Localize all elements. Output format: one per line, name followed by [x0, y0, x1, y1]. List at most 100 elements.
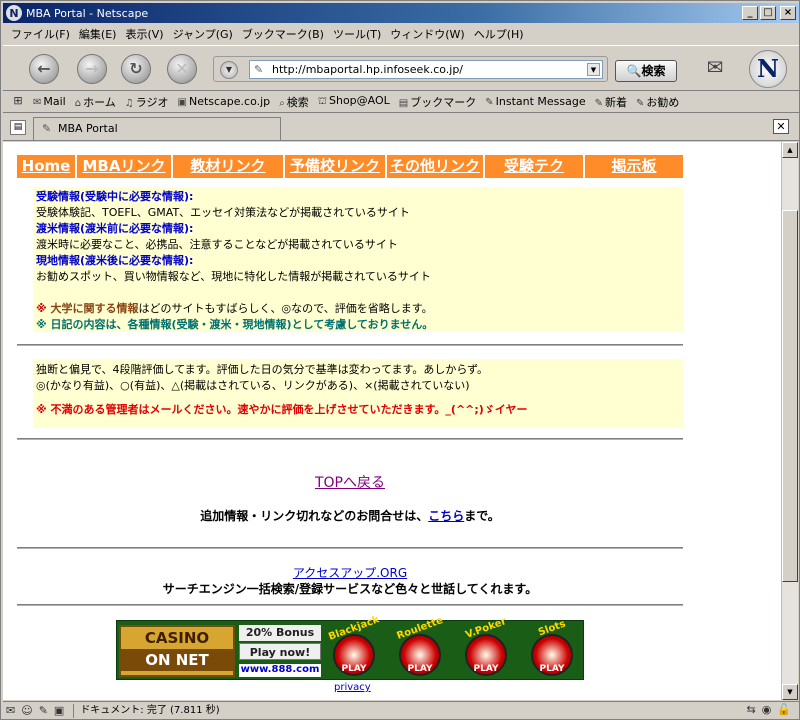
browser-window: N MBA Portal - Netscape _ □ × ファイル(F) 編集…: [0, 0, 800, 720]
my-netscape-icon: ▣: [177, 97, 187, 108]
minimize-button[interactable]: _: [742, 6, 758, 20]
menu-file[interactable]: ファイル(F): [11, 26, 70, 42]
toolbar-item-search[interactable]: ⌕ 検索: [279, 94, 309, 110]
scroll-up-arrow-icon[interactable]: ▲: [782, 142, 798, 158]
security-lock-icon[interactable]: 🔓: [777, 703, 791, 716]
mail-icon[interactable]: ✉: [6, 704, 15, 717]
scroll-down-arrow-icon[interactable]: ▼: [782, 684, 798, 700]
history-dropdown-button[interactable]: ▼: [220, 61, 238, 79]
privacy-link[interactable]: privacy: [334, 682, 371, 693]
toolbar-toggle-icon[interactable]: ⊞: [7, 94, 29, 110]
toolbar-item-bookmarks[interactable]: ▤ ブックマーク: [399, 94, 476, 110]
contact-line: 追加情報・リンク切れなどのお問合せは、こちらまで。: [200, 509, 500, 523]
video-poker-game[interactable]: V.Poker PLAY: [457, 616, 515, 679]
forward-button[interactable]: →: [77, 54, 107, 84]
stop-button[interactable]: ✕: [167, 54, 197, 84]
predeparture-info-heading: 渡米情報(渡米前に必要な情報):: [36, 222, 194, 235]
vertical-scrollbar[interactable]: ▲ ▼: [781, 142, 798, 700]
location-bar: ▼ ✎ http://mbaportal.hp.infoseek.co.jp/ …: [213, 56, 608, 82]
menu-edit[interactable]: 編集(E): [79, 26, 117, 42]
maximize-button[interactable]: □: [760, 6, 776, 20]
stop-icon: ✕: [175, 59, 189, 78]
toolbar-item-home[interactable]: ⌂ ホーム: [75, 94, 116, 110]
back-button[interactable]: ←: [29, 54, 59, 84]
toolbar-item-new[interactable]: ✎ 新着: [595, 94, 627, 110]
link-icon: ✎: [636, 97, 645, 109]
shop-icon: ⛫: [317, 96, 327, 107]
contact-link[interactable]: こちら: [428, 509, 464, 523]
divider: [17, 604, 683, 607]
close-window-button[interactable]: ×: [780, 6, 796, 20]
access-up-description: サーチエンジン一括検索/登録サービスなど色々と世話してくれます。: [162, 582, 538, 596]
bonus-label: 20% Bonus: [239, 625, 321, 641]
privacy-icon[interactable]: ◉: [762, 703, 772, 716]
slots-icon: PLAY: [531, 634, 573, 676]
exam-info-desc: 受験体験記、TOEFL、GMAT、エッセイ対策法などが掲載されているサイト: [36, 206, 410, 219]
toolbar-item-netscape[interactable]: ▣ Netscape.co.jp: [178, 95, 271, 108]
menu-tools[interactable]: ツール(T): [333, 26, 381, 42]
title-bar: N MBA Portal - Netscape _ □ ×: [3, 3, 799, 23]
search-icon: ⌕: [279, 97, 285, 109]
university-info-note: ※ 大学に関する情報はどのサイトもすばらしく、◎なので、評価を省略します。: [36, 302, 433, 315]
mail-compose-icon[interactable]: ✉: [700, 52, 730, 82]
online-status-icon[interactable]: ⇆: [746, 703, 755, 716]
play-now-button[interactable]: Play now!: [239, 643, 321, 660]
close-tab-button[interactable]: ✕: [773, 119, 789, 134]
home-icon: ⌂: [74, 97, 82, 109]
blackjack-game[interactable]: Blackjack PLAY: [325, 614, 383, 679]
new-tab-icon[interactable]: ▤: [10, 120, 26, 135]
toolbar-item-radio[interactable]: ♫ ラジオ: [125, 94, 169, 110]
nav-exam-tech[interactable]: 受験テク: [485, 155, 585, 178]
netscape-app-icon: N: [6, 5, 22, 21]
toolbar-item-mail[interactable]: ✉ Mail: [33, 95, 66, 108]
rating-intro: 独断と偏見で、4段階評価してます。評価した日の気分で基準は変わってます。あしから…: [36, 363, 489, 376]
menu-bookmarks[interactable]: ブックマーク(B): [242, 26, 324, 42]
casino-logo: CASINO ON NET: [119, 625, 235, 677]
link-icon: ✎: [594, 97, 604, 109]
menu-view[interactable]: 表示(V): [125, 26, 163, 42]
menu-help[interactable]: ヘルプ(H): [474, 26, 524, 42]
tab-mba-portal[interactable]: ✎ MBA Portal: [33, 117, 281, 140]
instant-message-icon[interactable]: ☺: [21, 704, 32, 717]
menu-window[interactable]: ウィンドウ(W): [390, 26, 464, 42]
bookmark-folder-icon: ▤: [398, 97, 409, 109]
nav-mba-links[interactable]: MBAリンク: [77, 155, 173, 178]
url-input[interactable]: ✎ http://mbaportal.hp.infoseek.co.jp/ ▼: [249, 60, 603, 79]
divider: [17, 438, 683, 441]
info-categories-box: 受験情報(受験中に必要な情報): 受験体験記、TOEFL、GMAT、エッセイ対策…: [33, 187, 683, 332]
toolbar-item-shop[interactable]: ⛫ Shop@AOL: [318, 94, 390, 109]
access-up-link[interactable]: アクセスアップ.ORG: [17, 564, 683, 581]
page-content: Home MBAリンク 教材リンク 予備校リンク その他リンク 受験テク 掲示板…: [3, 142, 781, 700]
back-to-top-link[interactable]: TOPへ戻る: [17, 472, 683, 492]
url-dropdown-icon[interactable]: ▼: [587, 63, 600, 76]
blackjack-icon: PLAY: [333, 634, 375, 676]
netscape-logo[interactable]: N: [749, 50, 787, 88]
roulette-game[interactable]: Roulette PLAY: [391, 615, 449, 679]
predeparture-info-desc: 渡米時に必要なこと、必携品、注意することなどが掲載されているサイト: [36, 238, 398, 251]
slots-game[interactable]: Slots PLAY: [523, 619, 581, 679]
nav-materials-links[interactable]: 教材リンク: [173, 155, 285, 178]
composer-icon[interactable]: ✎: [39, 704, 48, 717]
toolbar-item-recommend[interactable]: ✎ お勧め: [636, 94, 679, 110]
nav-home[interactable]: Home: [17, 155, 77, 178]
search-icon: 🔍: [626, 64, 642, 78]
nav-prep-school-links[interactable]: 予備校リンク: [285, 155, 387, 178]
address-book-icon[interactable]: ▣: [54, 704, 64, 717]
diary-note: ※ 日記の内容は、各種情報(受験・渡米・現地情報)として考慮しておりません。: [36, 318, 434, 331]
nav-other-links[interactable]: その他リンク: [387, 155, 485, 178]
menu-go[interactable]: ジャンプ(G): [173, 26, 233, 42]
back-arrow-icon: ←: [37, 59, 51, 78]
personal-toolbar: ⊞ ✉ Mail ⌂ ホーム ♫ ラジオ ▣ Netscape.co.jp ⌕ 検索 ⛫ S…: [3, 91, 799, 113]
page-proxy-icon[interactable]: ✎: [254, 61, 263, 78]
scroll-thumb[interactable]: [782, 210, 798, 582]
divider: [17, 344, 683, 347]
exam-info-heading: 受験情報(受験中に必要な情報):: [36, 190, 194, 203]
reload-icon: ↻: [129, 59, 143, 78]
search-button[interactable]: 🔍検索: [615, 60, 677, 82]
nav-bbs[interactable]: 掲示板: [585, 155, 683, 178]
rating-legend: ◎(かなり有益)、○(有益)、△(掲載はされている、リンクがある)、×(掲載され…: [36, 379, 470, 392]
page-icon: ✎: [42, 122, 52, 135]
toolbar-item-instant-message[interactable]: ✎ Instant Message: [485, 95, 585, 108]
reload-button[interactable]: ↻: [121, 54, 151, 84]
casino-ad-banner[interactable]: CASINO ON NET 20% Bonus Play now! www.88…: [116, 614, 584, 680]
